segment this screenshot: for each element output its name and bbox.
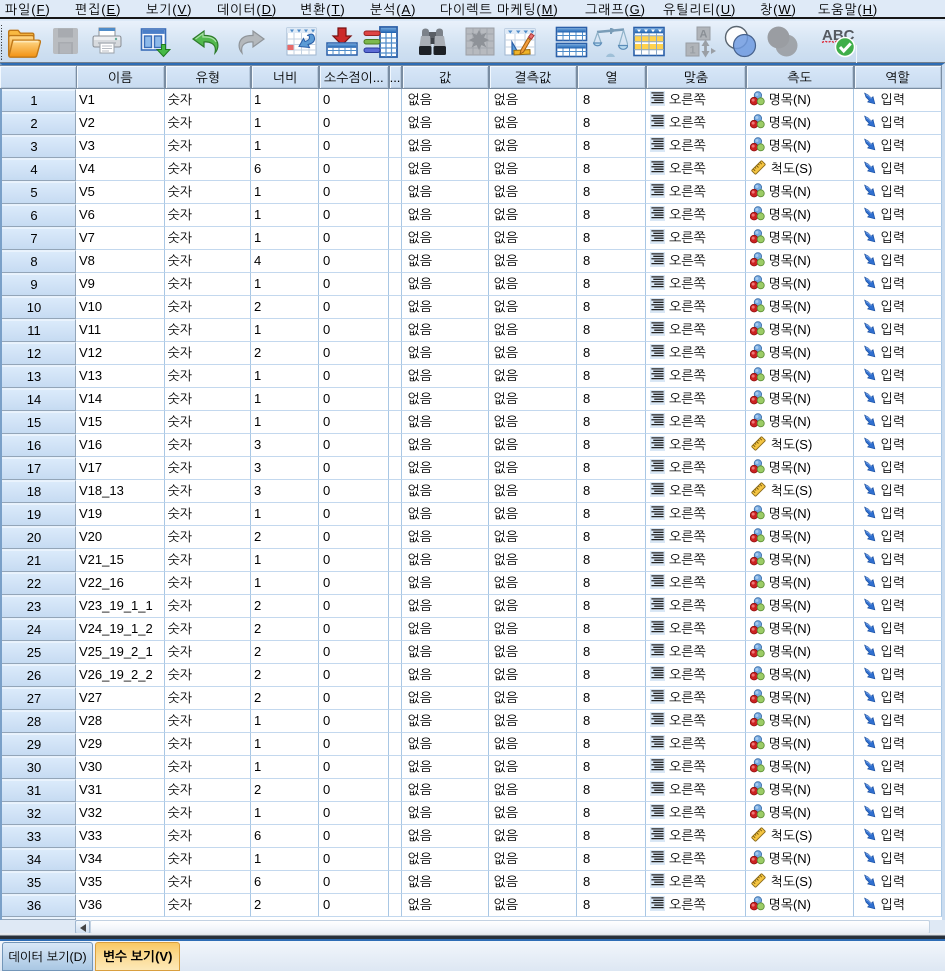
svg-text:A: A: [700, 29, 708, 41]
svg-text:1: 1: [689, 45, 695, 57]
